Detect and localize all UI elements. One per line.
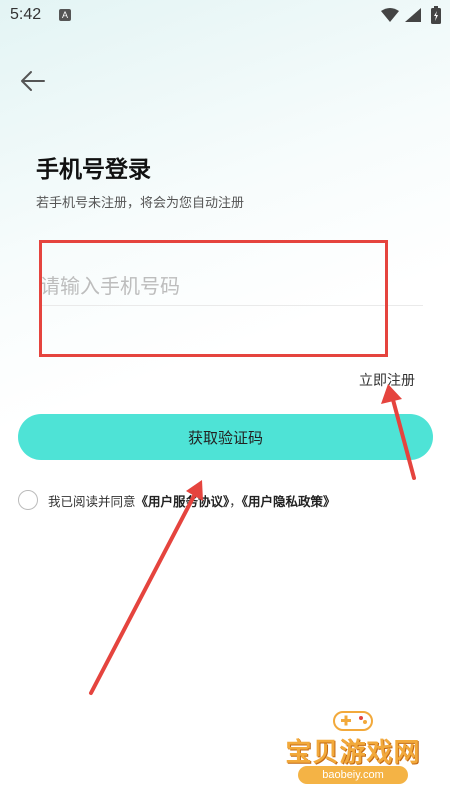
annotation-arrows <box>89 384 416 695</box>
page-title: 手机号登录 <box>36 157 151 183</box>
annotation-highlight-box <box>39 240 388 357</box>
battery-icon <box>431 6 441 24</box>
annotation-arrow-code-button <box>89 480 203 695</box>
agreement-separator: ， <box>229 493 242 509</box>
service-agreement-link[interactable]: 《用户服务协议》 <box>136 494 230 509</box>
watermark-name: 宝贝游戏网 <box>285 738 421 768</box>
watermark-url: baobeiy.com <box>298 766 408 784</box>
notification-icon: A <box>59 9 71 21</box>
agreement-prefix: 我已阅读并同意 <box>48 493 136 509</box>
arrow-left-icon <box>21 71 45 91</box>
agreement-row: 我已阅读并同意《用户服务协议》，《用户隐私政策》 <box>18 490 336 510</box>
watermark-logo: 宝贝游戏网 baobeiy.com <box>268 700 438 795</box>
status-bar: 5:42 A <box>0 0 450 32</box>
page-subtitle: 若手机号未注册，将会为您自动注册 <box>36 196 245 211</box>
gamepad-icon <box>333 711 373 731</box>
agreement-text: 我已阅读并同意《用户服务协议》，《用户隐私政策》 <box>48 491 336 510</box>
privacy-policy-link[interactable]: 《用户隐私政策》 <box>242 494 336 509</box>
wifi-icon <box>381 8 399 22</box>
get-code-button[interactable]: 获取验证码 <box>18 414 433 460</box>
signal-icon <box>405 8 421 22</box>
back-button[interactable] <box>18 66 48 96</box>
agreement-checkbox[interactable] <box>18 490 38 510</box>
register-link[interactable]: 立即注册 <box>359 370 415 390</box>
status-time: 5:42 <box>10 6 42 23</box>
